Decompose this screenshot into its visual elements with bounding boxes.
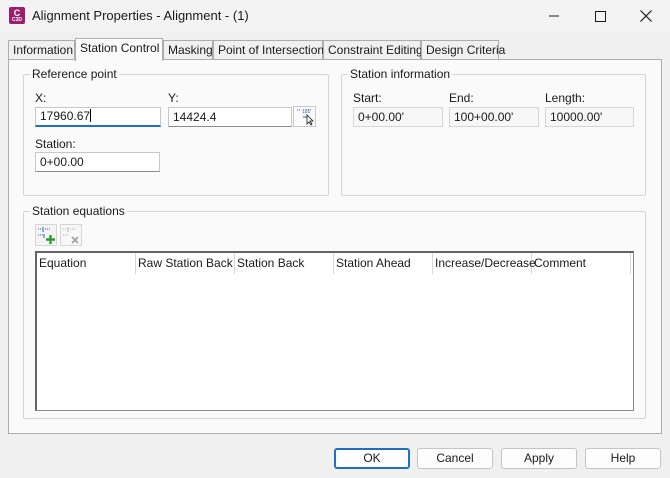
column-header-station-ahead[interactable]: Station Ahead <box>334 253 433 274</box>
y-coordinate-field[interactable]: 14424.4 <box>168 107 292 127</box>
end-label: End: <box>449 91 474 105</box>
x-coordinate-field[interactable]: 17960.67 <box>35 107 161 127</box>
column-header-comment[interactable]: Comment <box>532 253 631 274</box>
minimize-button[interactable] <box>531 0 577 32</box>
tab-strip: Information Station Control Masking Poin… <box>8 38 662 61</box>
svg-text:181: 181 <box>302 109 311 115</box>
station-information-label: Station information <box>348 67 453 81</box>
length-field: 10000.00' <box>545 107 634 127</box>
station-label: Station: <box>35 137 76 151</box>
end-station-field: 100+00.00' <box>449 107 539 127</box>
ok-button[interactable]: OK <box>334 448 410 469</box>
table-header: Equation Raw Station Back Station Back S… <box>37 253 633 274</box>
column-header-station-back[interactable]: Station Back <box>235 253 334 274</box>
delete-station-equation-button[interactable] <box>60 224 82 246</box>
pick-point-button[interactable]: 181 <box>293 106 316 127</box>
station-information-group: Station information <box>341 67 646 196</box>
start-label: Start: <box>353 91 382 105</box>
window-title: Alignment Properties - Alignment - (1) <box>32 8 249 23</box>
station-equations-table[interactable]: Equation Raw Station Back Station Back S… <box>35 251 634 411</box>
y-label: Y: <box>168 91 179 105</box>
delete-station-equation-icon <box>63 227 79 244</box>
tab-design-criteria[interactable]: Design Criteria <box>421 40 505 60</box>
station-field[interactable]: 0+00.00 <box>35 152 160 172</box>
x-label: X: <box>35 91 47 105</box>
start-station-field: 0+00.00' <box>353 107 443 127</box>
tab-point-of-intersection[interactable]: Point of Intersection <box>213 40 324 60</box>
close-icon <box>640 10 652 22</box>
add-station-equation-icon <box>38 227 55 244</box>
title-bar: C C3D Alignment Properties - Alignment -… <box>0 0 670 32</box>
column-header-equation[interactable]: Equation <box>37 253 136 274</box>
minimize-icon <box>549 15 559 17</box>
apply-button[interactable]: Apply <box>501 448 577 469</box>
close-button[interactable] <box>623 0 669 32</box>
cancel-button[interactable]: Cancel <box>417 448 493 469</box>
tab-masking[interactable]: Masking <box>163 40 213 60</box>
add-station-equation-button[interactable] <box>35 224 57 246</box>
pick-point-icon: 181 <box>297 109 314 126</box>
column-header-raw-station-back[interactable]: Raw Station Back <box>136 253 235 274</box>
civil3d-app-icon: C C3D <box>9 7 25 24</box>
reference-point-label: Reference point <box>30 67 119 81</box>
maximize-icon <box>594 10 606 22</box>
tab-constraint-editing[interactable]: Constraint Editing <box>323 40 423 60</box>
tab-information[interactable]: Information <box>8 40 75 60</box>
tab-station-control[interactable]: Station Control <box>75 38 163 61</box>
column-header-increase-decrease[interactable]: Increase/Decrease <box>433 253 536 274</box>
station-equations-label: Station equations <box>30 204 127 218</box>
maximize-button[interactable] <box>577 0 623 32</box>
help-button[interactable]: Help <box>585 448 661 469</box>
length-label: Length: <box>545 91 586 105</box>
